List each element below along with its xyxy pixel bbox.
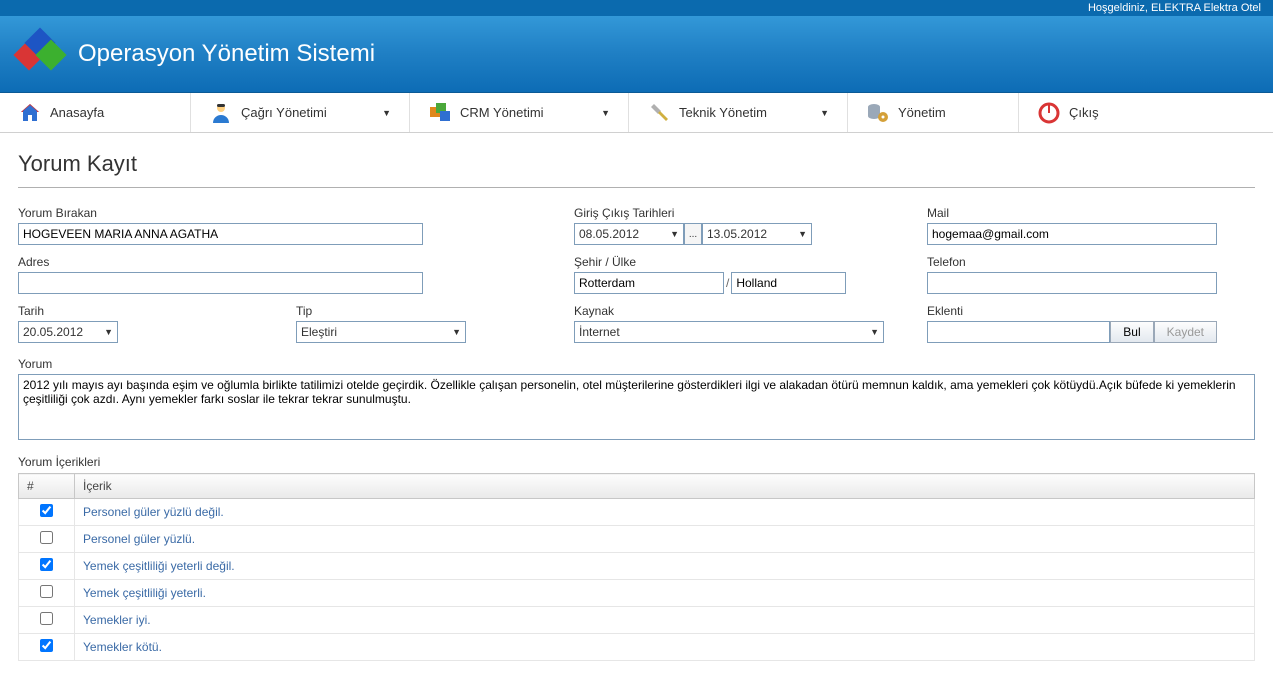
label-comment: Yorum <box>18 357 1255 371</box>
checkout-date-value: 13.05.2012 <box>707 227 767 241</box>
label-mail: Mail <box>927 206 1217 220</box>
label-dates: Giriş Çıkış Tarihleri <box>574 206 909 220</box>
row-checkbox[interactable] <box>40 558 53 571</box>
label-commenter: Yorum Bırakan <box>18 206 556 220</box>
table-row: Yemek çeşitliliği yeterli değil. <box>19 553 1255 580</box>
row-checkbox[interactable] <box>40 531 53 544</box>
page-content: Yorum Kayıt Yorum Bırakan Giriş Çıkış Ta… <box>0 133 1273 673</box>
app-header: Operasyon Yönetim Sistemi <box>0 16 1273 93</box>
table-row: Yemek çeşitliliği yeterli. <box>19 580 1255 607</box>
label-attachment: Eklenti <box>927 304 1217 318</box>
chevron-down-icon: ▼ <box>593 108 610 118</box>
chevron-down-icon: ▼ <box>374 108 391 118</box>
label-date: Tarih <box>18 304 278 318</box>
row-checkbox[interactable] <box>40 612 53 625</box>
find-button[interactable]: Bul <box>1110 321 1153 343</box>
chevron-down-icon: ▼ <box>798 229 807 239</box>
welcome-text: Hoşgeldiniz, ELEKTRA Elektra Otel <box>1088 2 1261 14</box>
type-value: Eleştiri <box>301 325 337 339</box>
label-phone: Telefon <box>927 255 1217 269</box>
crm-icon <box>428 101 452 125</box>
menu-exit-label: Çıkış <box>1069 105 1099 120</box>
welcome-bar: Hoşgeldiniz, ELEKTRA Elektra Otel <box>0 0 1273 16</box>
address-input[interactable] <box>18 272 423 294</box>
phone-input[interactable] <box>927 272 1217 294</box>
menu-admin[interactable]: Yönetim <box>848 93 1018 132</box>
checkin-date-value: 08.05.2012 <box>579 227 639 241</box>
table-row: Yemekler iyi. <box>19 607 1255 634</box>
menu-tech-management[interactable]: Teknik Yönetim ▼ <box>629 93 847 132</box>
table-row: Personel güler yüzlü değil. <box>19 499 1255 526</box>
menu-home[interactable]: Anasayfa <box>0 93 190 132</box>
comment-textarea[interactable] <box>18 374 1255 440</box>
chevron-down-icon: ▼ <box>812 108 829 118</box>
row-content-text: Yemek çeşitliliği yeterli değil. <box>75 553 1255 580</box>
menu-crm-label: CRM Yönetimi <box>460 105 544 120</box>
menu-call-label: Çağrı Yönetimi <box>241 105 327 120</box>
col-header-content[interactable]: İçerik <box>75 474 1255 499</box>
col-header-hash[interactable]: # <box>19 474 75 499</box>
chevron-down-icon: ▼ <box>452 327 461 337</box>
comment-contents-table: # İçerik Personel güler yüzlü değil.Pers… <box>18 473 1255 661</box>
menu-home-label: Anasayfa <box>50 105 104 120</box>
checkout-date-picker[interactable]: 13.05.2012 ▼ <box>702 223 812 245</box>
label-address: Adres <box>18 255 556 269</box>
tech-icon <box>647 101 671 125</box>
save-button[interactable]: Kaydet <box>1154 321 1217 343</box>
chevron-down-icon: ▼ <box>670 229 679 239</box>
row-checkbox[interactable] <box>40 585 53 598</box>
app-logo-icon <box>16 30 64 78</box>
menu-exit[interactable]: Çıkış <box>1019 93 1117 132</box>
date-range-button[interactable]: ... <box>684 223 702 245</box>
row-checkbox[interactable] <box>40 639 53 652</box>
page-title: Yorum Kayıt <box>18 145 1255 187</box>
source-combobox[interactable]: İnternet ▼ <box>574 321 884 343</box>
city-input[interactable] <box>574 272 724 294</box>
menu-crm-management[interactable]: CRM Yönetimi ▼ <box>410 93 628 132</box>
record-date-value: 20.05.2012 <box>23 325 83 339</box>
app-title: Operasyon Yönetim Sistemi <box>78 40 375 68</box>
record-date-picker[interactable]: 20.05.2012 ▼ <box>18 321 118 343</box>
chevron-down-icon: ▼ <box>870 327 879 337</box>
form-grid: Yorum Bırakan Giriş Çıkış Tarihleri 08.0… <box>18 206 1255 343</box>
table-row: Yemekler kötü. <box>19 634 1255 661</box>
table-row: Personel güler yüzlü. <box>19 526 1255 553</box>
menu-admin-label: Yönetim <box>898 105 946 120</box>
label-comment-contents: Yorum İçerikleri <box>18 455 1255 469</box>
city-country-separator: / <box>724 272 731 294</box>
main-menubar: Anasayfa Çağrı Yönetimi ▼ CRM Yönetimi ▼… <box>0 93 1273 133</box>
attachment-input[interactable] <box>927 321 1110 343</box>
label-city-country: Şehir / Ülke <box>574 255 909 269</box>
home-icon <box>18 101 42 125</box>
row-checkbox[interactable] <box>40 504 53 517</box>
commenter-input[interactable] <box>18 223 423 245</box>
source-value: İnternet <box>579 325 620 339</box>
menu-call-management[interactable]: Çağrı Yönetimi ▼ <box>191 93 409 132</box>
menu-tech-label: Teknik Yönetim <box>679 105 767 120</box>
label-source: Kaynak <box>574 304 909 318</box>
row-content-text: Yemek çeşitliliği yeterli. <box>75 580 1255 607</box>
row-content-text: Yemekler iyi. <box>75 607 1255 634</box>
exit-icon <box>1037 101 1061 125</box>
admin-icon <box>866 101 890 125</box>
label-type: Tip <box>296 304 556 318</box>
row-content-text: Personel güler yüzlü değil. <box>75 499 1255 526</box>
mail-input[interactable] <box>927 223 1217 245</box>
type-combobox[interactable]: Eleştiri ▼ <box>296 321 466 343</box>
checkin-date-picker[interactable]: 08.05.2012 ▼ <box>574 223 684 245</box>
call-icon <box>209 101 233 125</box>
row-content-text: Personel güler yüzlü. <box>75 526 1255 553</box>
country-input[interactable] <box>731 272 846 294</box>
chevron-down-icon: ▼ <box>104 327 113 337</box>
row-content-text: Yemekler kötü. <box>75 634 1255 661</box>
